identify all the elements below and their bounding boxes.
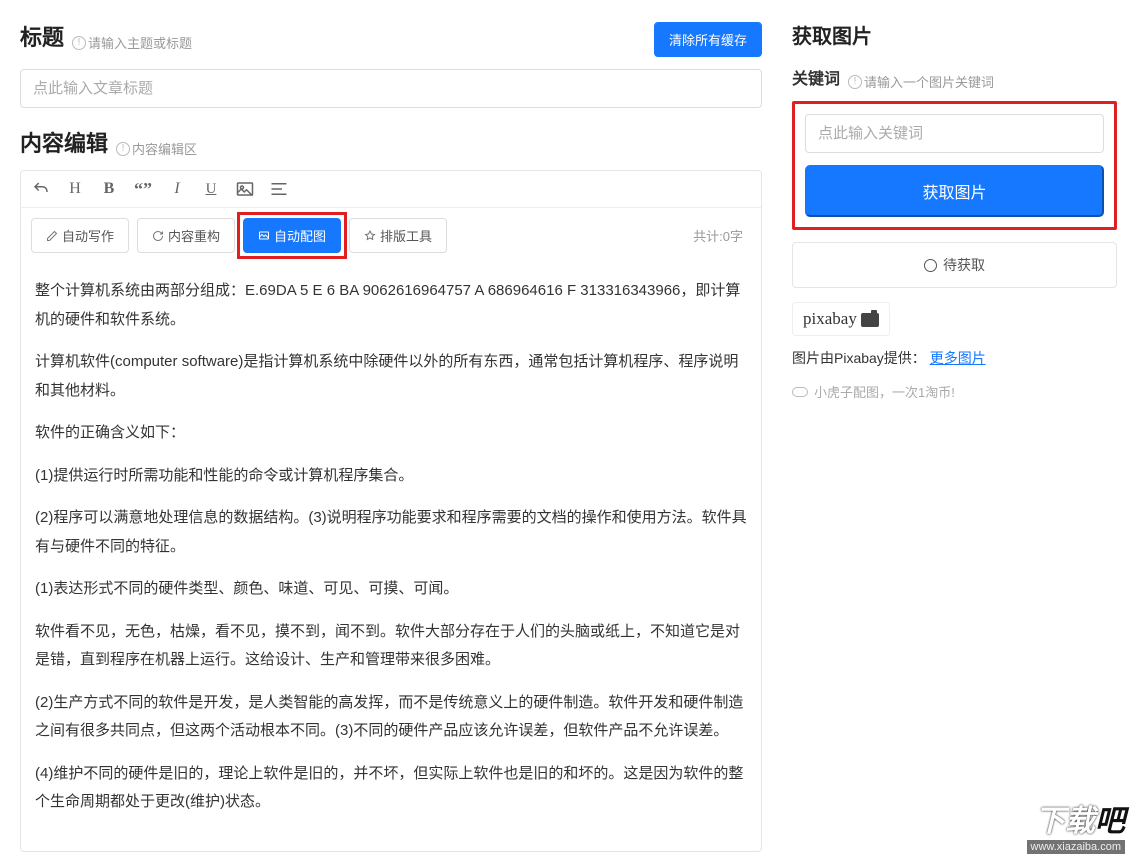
info-icon: ! — [72, 36, 86, 50]
article-title-input[interactable] — [20, 69, 762, 108]
keyword-input[interactable] — [805, 114, 1104, 153]
paragraph: 软件看不见，无色，枯燥，看不见，摸不到，闻不到。软件大部分存在于人们的头脑或纸上… — [35, 618, 747, 675]
pending-status: 待获取 — [792, 242, 1117, 288]
undo-icon[interactable] — [31, 179, 51, 199]
auto-write-button[interactable]: 自动写作 — [31, 218, 129, 253]
info-icon: ! — [848, 75, 862, 89]
pixabay-logo: pixabay — [792, 302, 890, 336]
italic-icon[interactable]: I — [167, 179, 187, 199]
cloud-icon — [792, 387, 808, 397]
paragraph: (2)生产方式不同的软件是开发，是人类智能的高发挥，而不是传统意义上的硬件制造。… — [35, 689, 747, 746]
paragraph: 软件的正确含义如下： — [35, 419, 747, 448]
restructure-button[interactable]: 内容重构 — [137, 218, 235, 253]
camera-icon — [861, 313, 879, 327]
word-count: 共计:0字 — [693, 226, 743, 245]
content-hint: ! 内容编辑区 — [116, 139, 197, 158]
auto-image-button[interactable]: 自动配图 — [243, 218, 341, 253]
quote-icon[interactable]: “” — [133, 179, 153, 199]
circle-icon — [924, 259, 937, 272]
paragraph: (4)维护不同的硬件是旧的，理论上软件是旧的，并不坏，但实际上软件也是旧的和坏的… — [35, 760, 747, 817]
format-toolbar: H B “” I U — [21, 171, 761, 208]
keyword-block: 获取图片 — [792, 101, 1117, 230]
paragraph: (1)表达形式不同的硬件类型、颜色、味道、可见、可摸、可闻。 — [35, 575, 747, 604]
align-icon[interactable] — [269, 179, 289, 199]
image-icon[interactable] — [235, 179, 255, 199]
title-section-header: 标题 ! 请输入主题或标题 清除所有缓存 — [20, 20, 762, 57]
watermark: 下载吧 www.xiazaiba.com — [1027, 796, 1125, 854]
paragraph: (2)程序可以满意地处理信息的数据结构。(3)说明程序功能要求和程序需要的文档的… — [35, 504, 747, 561]
paragraph: 计算机软件(computer software)是指计算机系统中除硬件以外的所有… — [35, 348, 747, 405]
keyword-label: 关键词 — [792, 65, 840, 89]
heading-icon[interactable]: H — [65, 179, 85, 199]
clear-cache-button[interactable]: 清除所有缓存 — [654, 22, 762, 57]
editor-box: H B “” I U 自动写作 内容重构 — [20, 170, 762, 852]
underline-icon[interactable]: U — [201, 179, 221, 199]
keyword-hint: ! 请输入一个图片关键词 — [848, 72, 994, 91]
fetch-image-button[interactable]: 获取图片 — [805, 165, 1104, 217]
title-hint: ! 请输入主题或标题 — [72, 33, 192, 52]
more-images-link[interactable]: 更多图片 — [930, 350, 986, 366]
bold-icon[interactable]: B — [99, 179, 119, 199]
content-section-header: 内容编辑 ! 内容编辑区 — [20, 126, 762, 158]
title-label: 标题 — [20, 20, 64, 52]
fetch-image-title: 获取图片 — [792, 20, 1117, 49]
taobi-note: 小虎子配图，一次1淘币! — [792, 382, 1117, 401]
paragraph: 整个计算机系统由两部分组成：E.69DA 5 E 6 BA 9062616964… — [35, 277, 747, 334]
content-label: 内容编辑 — [20, 126, 108, 158]
image-credit: 图片由Pixabay提供： 更多图片 — [792, 348, 1117, 368]
action-toolbar: 自动写作 内容重构 自动配图 排版工具 共计:0字 — [21, 208, 761, 263]
paragraph: (1)提供运行时所需功能和性能的命令或计算机程序集合。 — [35, 462, 747, 491]
layout-tool-button[interactable]: 排版工具 — [349, 218, 447, 253]
info-icon: ! — [116, 142, 130, 156]
editor-content[interactable]: 整个计算机系统由两部分组成：E.69DA 5 E 6 BA 9062616964… — [21, 263, 761, 851]
